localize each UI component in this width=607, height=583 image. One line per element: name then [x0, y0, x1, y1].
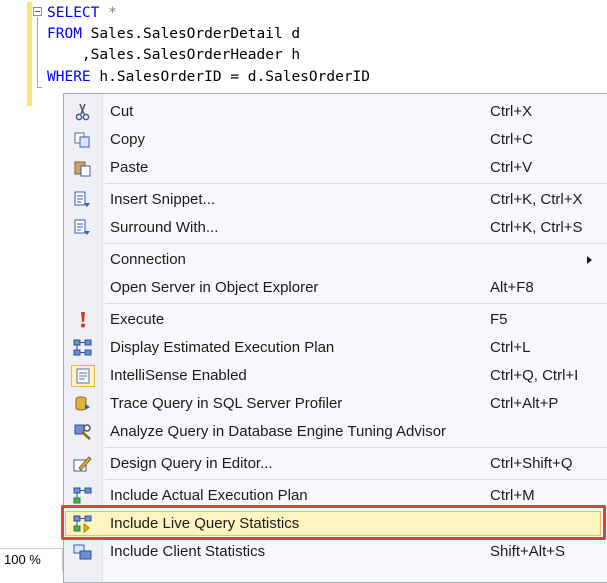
code-text: *	[99, 5, 117, 21]
menu-item-label: Cut	[110, 103, 134, 120]
menu-item-label: Trace Query in SQL Server Profiler	[110, 395, 343, 412]
sql-keyword: FROM	[47, 26, 82, 42]
menu-item-paste[interactable]: Paste Ctrl+V	[64, 154, 607, 182]
menu-item-shortcut: Ctrl+L	[490, 339, 531, 356]
menu-separator	[105, 183, 607, 184]
menu-item-label: Surround With...	[110, 219, 219, 236]
menu-item-label: Execute	[110, 311, 165, 328]
outline-bracket	[37, 17, 38, 87]
menu-item-copy[interactable]: Copy Ctrl+C	[64, 126, 607, 154]
menu-item-shortcut: Ctrl+K, Ctrl+X	[490, 191, 583, 208]
code-line-3[interactable]: ,Sales.SalesOrderHeader h	[47, 45, 300, 65]
menu-item-label: Design Query in Editor...	[110, 455, 273, 472]
menu-separator	[105, 447, 607, 448]
menu-item-label: IntelliSense Enabled	[110, 367, 247, 384]
code-line-2[interactable]: FROM Sales.SalesOrderDetail d	[47, 24, 300, 44]
menu-item-label: Display Estimated Execution Plan	[110, 339, 335, 356]
menu-item-open-server[interactable]: Open Server in Object Explorer Alt+F8	[64, 274, 607, 302]
submenu-arrow-icon	[587, 256, 592, 264]
intellisense-icon	[71, 365, 95, 387]
menu-item-design-query[interactable]: Design Query in Editor... Ctrl+Shift+Q	[64, 450, 607, 478]
estimated-plan-icon	[73, 339, 93, 357]
design-query-icon	[73, 455, 93, 473]
menu-item-label: Copy	[110, 131, 146, 148]
scissors-icon	[73, 103, 93, 121]
menu-item-shortcut: Ctrl+Alt+P	[490, 395, 559, 412]
menu-item-connection[interactable]: Connection	[64, 246, 607, 274]
profiler-icon	[73, 395, 93, 413]
menu-separator	[105, 243, 607, 244]
menu-item-shortcut: Ctrl+C	[490, 131, 533, 148]
outline-bracket-end	[37, 87, 42, 88]
code-line-1[interactable]: SELECT *	[47, 3, 117, 23]
menu-item-estimated-plan[interactable]: Display Estimated Execution Plan Ctrl+L	[64, 334, 607, 362]
menu-item-shortcut: F5	[490, 311, 508, 328]
tuning-advisor-icon	[73, 423, 93, 441]
copy-icon	[73, 131, 93, 149]
zoom-level[interactable]: 100 %	[0, 549, 63, 572]
code-text: Sales.SalesOrderDetail d	[81, 26, 301, 42]
menu-separator	[105, 479, 607, 480]
sql-keyword: WHERE	[47, 69, 91, 85]
menu-item-shortcut: Ctrl+Shift+Q	[490, 455, 573, 472]
client-statistics-icon	[73, 543, 93, 561]
changed-lines-marker	[27, 2, 32, 106]
menu-item-shortcut: Ctrl+V	[490, 159, 533, 176]
surround-icon	[73, 219, 93, 237]
snippet-icon	[73, 191, 93, 209]
menu-item-intellisense[interactable]: IntelliSense Enabled Ctrl+Q, Ctrl+I	[64, 362, 607, 390]
execute-icon	[73, 311, 93, 329]
menu-item-label: Open Server in Object Explorer	[110, 279, 319, 296]
menu-separator	[105, 303, 607, 304]
paste-icon	[73, 159, 93, 177]
code-text: h.SalesOrderID = d.SalesOrderID	[90, 69, 371, 85]
annotation-highlight-box	[61, 505, 606, 540]
menu-item-label: Connection	[110, 251, 186, 268]
menu-item-analyze-query[interactable]: Analyze Query in Database Engine Tuning …	[64, 418, 607, 446]
sql-keyword: SELECT	[47, 5, 100, 21]
menu-item-trace-query[interactable]: Trace Query in SQL Server Profiler Ctrl+…	[64, 390, 607, 418]
menu-item-client-statistics[interactable]: Include Client Statistics Shift+Alt+S	[64, 538, 607, 566]
menu-item-shortcut: Shift+Alt+S	[490, 543, 566, 560]
menu-item-shortcut: Alt+F8	[490, 279, 534, 296]
menu-item-label: Paste	[110, 159, 149, 176]
menu-item-label: Include Client Statistics	[110, 543, 266, 560]
menu-item-shortcut: Ctrl+X	[490, 103, 533, 120]
menu-item-execute[interactable]: Execute F5	[64, 306, 607, 334]
code-text: ,Sales.SalesOrderHeader h	[47, 47, 301, 63]
menu-item-surround-with[interactable]: Surround With... Ctrl+K, Ctrl+S	[64, 214, 607, 242]
menu-item-label: Analyze Query in Database Engine Tuning …	[110, 423, 447, 440]
actual-plan-icon	[73, 487, 93, 505]
code-line-4[interactable]: WHERE h.SalesOrderID = d.SalesOrderID	[47, 67, 370, 87]
collapse-icon[interactable]	[33, 7, 42, 16]
menu-item-shortcut: Ctrl+K, Ctrl+S	[490, 219, 583, 236]
menu-item-cut[interactable]: Cut Ctrl+X	[64, 98, 607, 126]
menu-item-shortcut: Ctrl+Q, Ctrl+I	[490, 367, 579, 384]
menu-item-insert-snippet[interactable]: Insert Snippet... Ctrl+K, Ctrl+X	[64, 186, 607, 214]
menu-item-label: Insert Snippet...	[110, 191, 216, 208]
